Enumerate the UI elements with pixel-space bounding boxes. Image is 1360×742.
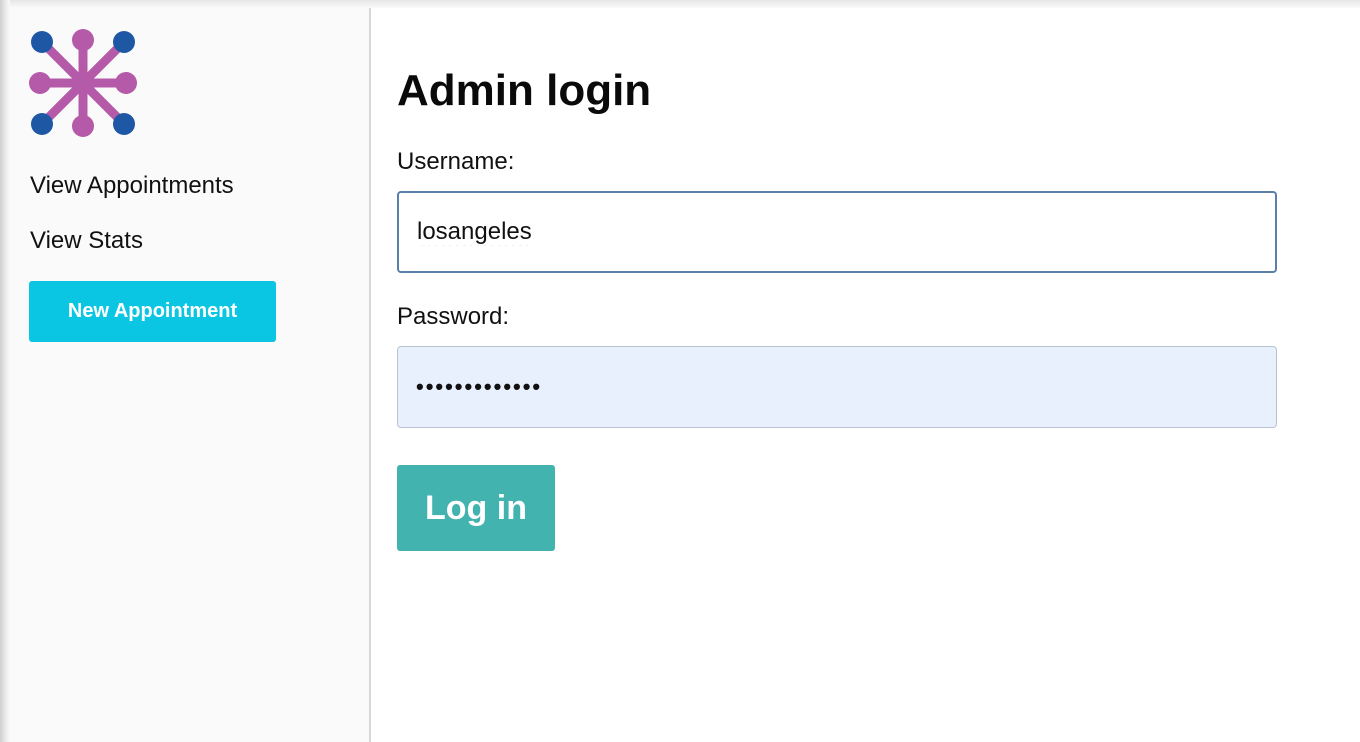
- login-button[interactable]: Log in: [397, 465, 555, 551]
- page-title: Admin login: [397, 66, 652, 115]
- sidebar: View Appointments View Stats New Appoint…: [10, 8, 371, 742]
- password-label: Password:: [397, 303, 510, 330]
- nav-view-stats[interactable]: View Stats: [30, 227, 143, 255]
- window-edge-shadow: [0, 0, 10, 742]
- nav-view-appointments[interactable]: View Appointments: [30, 172, 234, 200]
- main-content: Admin login Username: Password: Log in: [373, 8, 1360, 742]
- new-appointment-button[interactable]: New Appointment: [29, 281, 276, 342]
- username-label: Username:: [397, 148, 515, 175]
- molecule-network-logo-icon: [29, 29, 137, 137]
- password-field[interactable]: [397, 346, 1277, 428]
- app-window: View Appointments View Stats New Appoint…: [0, 0, 1360, 742]
- username-field[interactable]: [397, 191, 1277, 273]
